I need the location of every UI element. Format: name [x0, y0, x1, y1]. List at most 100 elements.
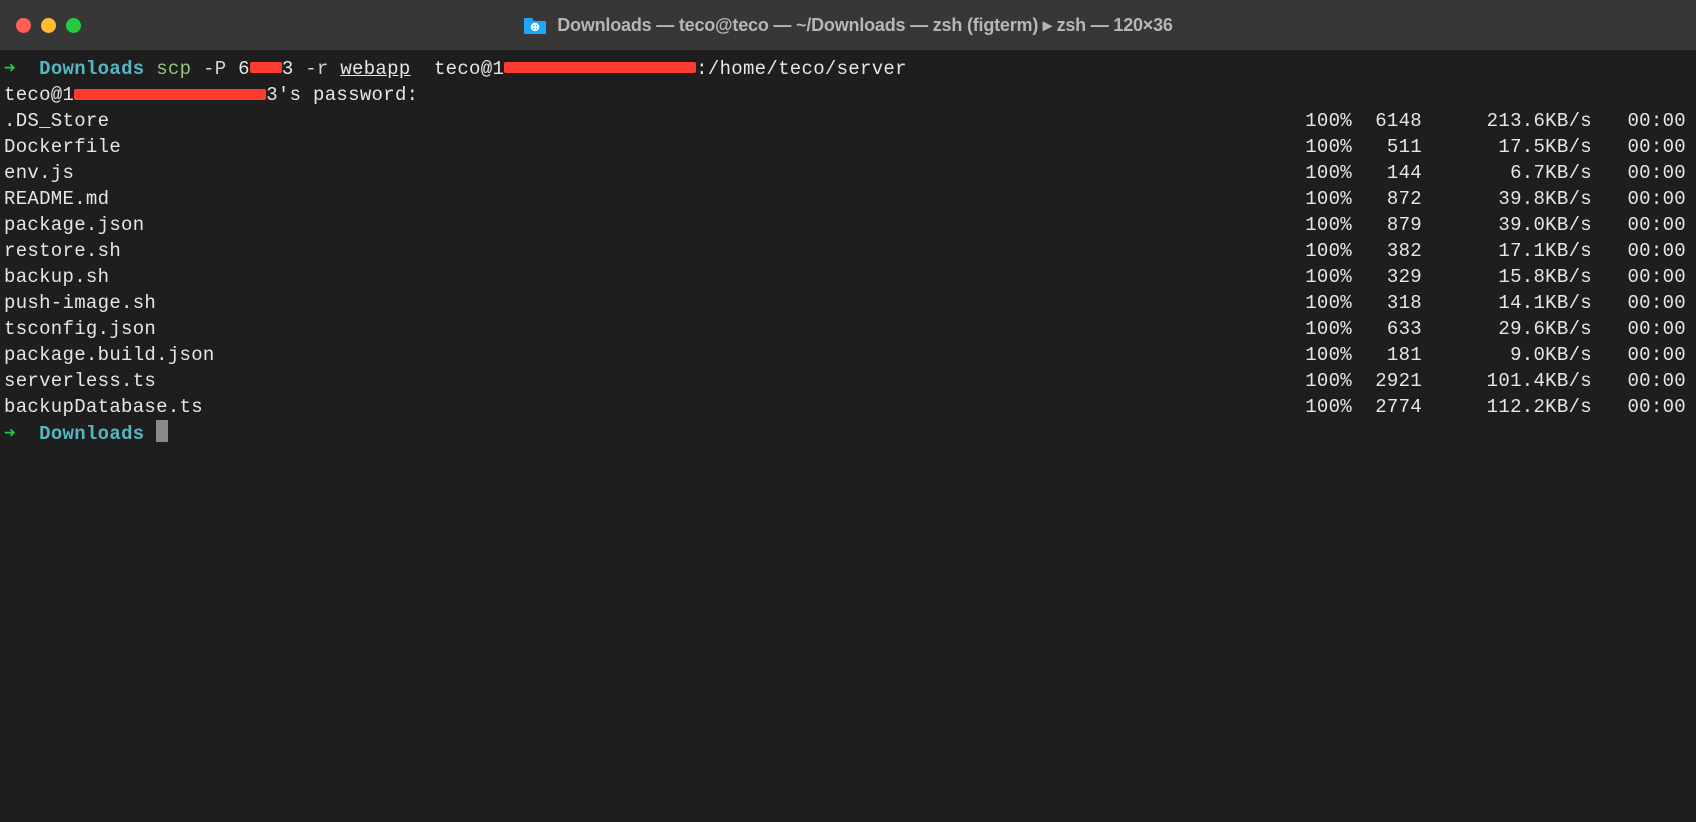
zoom-button[interactable]	[66, 18, 81, 33]
transfer-time: 00:00	[1592, 186, 1692, 212]
prompt-cwd: Downloads	[39, 58, 144, 80]
transfer-speed: 9.0KB/s	[1422, 342, 1592, 368]
transfer-bytes: 2921	[1352, 368, 1422, 394]
transfer-speed: 14.1KB/s	[1422, 290, 1592, 316]
transfer-filename: tsconfig.json	[4, 316, 1280, 342]
port-suffix: 3	[282, 58, 294, 80]
transfer-percent: 100%	[1280, 134, 1352, 160]
transfer-filename: package.json	[4, 212, 1280, 238]
transfer-bytes: 633	[1352, 316, 1422, 342]
transfer-time: 00:00	[1592, 238, 1692, 264]
transfer-percent: 100%	[1280, 368, 1352, 394]
transfer-row: serverless.ts100%2921101.4KB/s00:00	[4, 368, 1692, 394]
transfer-filename: restore.sh	[4, 238, 1280, 264]
transfer-speed: 101.4KB/s	[1422, 368, 1592, 394]
transfer-percent: 100%	[1280, 264, 1352, 290]
transfer-filename: serverless.ts	[4, 368, 1280, 394]
transfer-filename: .DS_Store	[4, 108, 1280, 134]
transfer-row: package.json100%87939.0KB/s00:00	[4, 212, 1692, 238]
cmd-scp: scp	[156, 58, 191, 80]
transfer-row: .DS_Store100%6148213.6KB/s00:00	[4, 108, 1692, 134]
close-button[interactable]	[16, 18, 31, 33]
transfer-speed: 39.8KB/s	[1422, 186, 1592, 212]
transfer-bytes: 872	[1352, 186, 1422, 212]
transfer-filename: README.md	[4, 186, 1280, 212]
transfer-percent: 100%	[1280, 212, 1352, 238]
transfer-row: push-image.sh100%31814.1KB/s00:00	[4, 290, 1692, 316]
titlebar[interactable]: Downloads — teco@teco — ~/Downloads — zs…	[0, 0, 1696, 50]
password-suffix: 3's password:	[266, 84, 418, 106]
transfer-filename: backup.sh	[4, 264, 1280, 290]
transfer-speed: 112.2KB/s	[1422, 394, 1592, 420]
transfer-filename: package.build.json	[4, 342, 1280, 368]
transfer-time: 00:00	[1592, 316, 1692, 342]
transfer-time: 00:00	[1592, 290, 1692, 316]
terminal-cursor[interactable]	[156, 420, 168, 442]
transfer-time: 00:00	[1592, 134, 1692, 160]
transfer-row: backup.sh100%32915.8KB/s00:00	[4, 264, 1692, 290]
transfer-row: README.md100%87239.8KB/s00:00	[4, 186, 1692, 212]
transfer-speed: 15.8KB/s	[1422, 264, 1592, 290]
transfer-time: 00:00	[1592, 342, 1692, 368]
transfer-speed: 29.6KB/s	[1422, 316, 1592, 342]
prompt-cwd: Downloads	[39, 423, 144, 445]
user-host-prefix: teco@1	[434, 58, 504, 80]
transfer-percent: 100%	[1280, 342, 1352, 368]
transfer-bytes: 144	[1352, 160, 1422, 186]
transfer-percent: 100%	[1280, 238, 1352, 264]
transfer-percent: 100%	[1280, 316, 1352, 342]
transfer-time: 00:00	[1592, 108, 1692, 134]
transfer-bytes: 6148	[1352, 108, 1422, 134]
redacted-port	[250, 62, 282, 73]
transfer-speed: 213.6KB/s	[1422, 108, 1592, 134]
transfer-filename: env.js	[4, 160, 1280, 186]
transfer-bytes: 879	[1352, 212, 1422, 238]
transfer-row: tsconfig.json100%63329.6KB/s00:00	[4, 316, 1692, 342]
transfer-time: 00:00	[1592, 368, 1692, 394]
transfer-bytes: 382	[1352, 238, 1422, 264]
transfer-percent: 100%	[1280, 394, 1352, 420]
transfer-bytes: 318	[1352, 290, 1422, 316]
transfer-time: 00:00	[1592, 160, 1692, 186]
transfer-filename: backupDatabase.ts	[4, 394, 1280, 420]
transfer-bytes: 329	[1352, 264, 1422, 290]
prompt-line-1: ➜ Downloads scp -P 6 3 -r webapp teco@1 :/…	[4, 56, 1692, 82]
transfer-time: 00:00	[1592, 212, 1692, 238]
transfer-speed: 17.5KB/s	[1422, 134, 1592, 160]
redacted-host	[504, 62, 696, 73]
minimize-button[interactable]	[41, 18, 56, 33]
transfer-bytes: 181	[1352, 342, 1422, 368]
redacted-host-2	[74, 89, 266, 100]
transfer-filename: Dockerfile	[4, 134, 1280, 160]
transfer-row: restore.sh100%38217.1KB/s00:00	[4, 238, 1692, 264]
transfer-time: 00:00	[1592, 394, 1692, 420]
prompt-arrow-icon: ➜	[4, 423, 16, 445]
password-prompt-line: teco@1 3's password:	[4, 82, 1692, 108]
transfer-percent: 100%	[1280, 186, 1352, 212]
prompt-arrow-icon: ➜	[4, 58, 16, 80]
window-title: Downloads — teco@teco — ~/Downloads — zs…	[557, 15, 1173, 36]
transfer-percent: 100%	[1280, 290, 1352, 316]
arg-src: webapp	[340, 58, 410, 80]
transfer-speed: 39.0KB/s	[1422, 212, 1592, 238]
traffic-lights	[16, 18, 81, 33]
transfer-time: 00:00	[1592, 264, 1692, 290]
transfer-speed: 6.7KB/s	[1422, 160, 1592, 186]
flag-p: -P	[203, 58, 226, 80]
flag-r: -r	[305, 58, 328, 80]
transfer-percent: 100%	[1280, 160, 1352, 186]
transfer-bytes: 511	[1352, 134, 1422, 160]
terminal-viewport[interactable]: ➜ Downloads scp -P 6 3 -r webapp teco@1 :/…	[0, 50, 1696, 453]
transfer-row: backupDatabase.ts100%2774112.2KB/s00:00	[4, 394, 1692, 420]
transfer-row: Dockerfile100%51117.5KB/s00:00	[4, 134, 1692, 160]
transfer-row: env.js100%1446.7KB/s00:00	[4, 160, 1692, 186]
password-prefix: teco@1	[4, 84, 74, 106]
dest-path: :/home/teco/server	[696, 58, 907, 80]
transfer-row: package.build.json100%1819.0KB/s00:00	[4, 342, 1692, 368]
port-prefix: 6	[238, 58, 250, 80]
transfer-bytes: 2774	[1352, 394, 1422, 420]
prompt-line-2: ➜ Downloads	[4, 420, 1692, 447]
folder-icon	[523, 15, 547, 35]
transfer-filename: push-image.sh	[4, 290, 1280, 316]
transfer-speed: 17.1KB/s	[1422, 238, 1592, 264]
